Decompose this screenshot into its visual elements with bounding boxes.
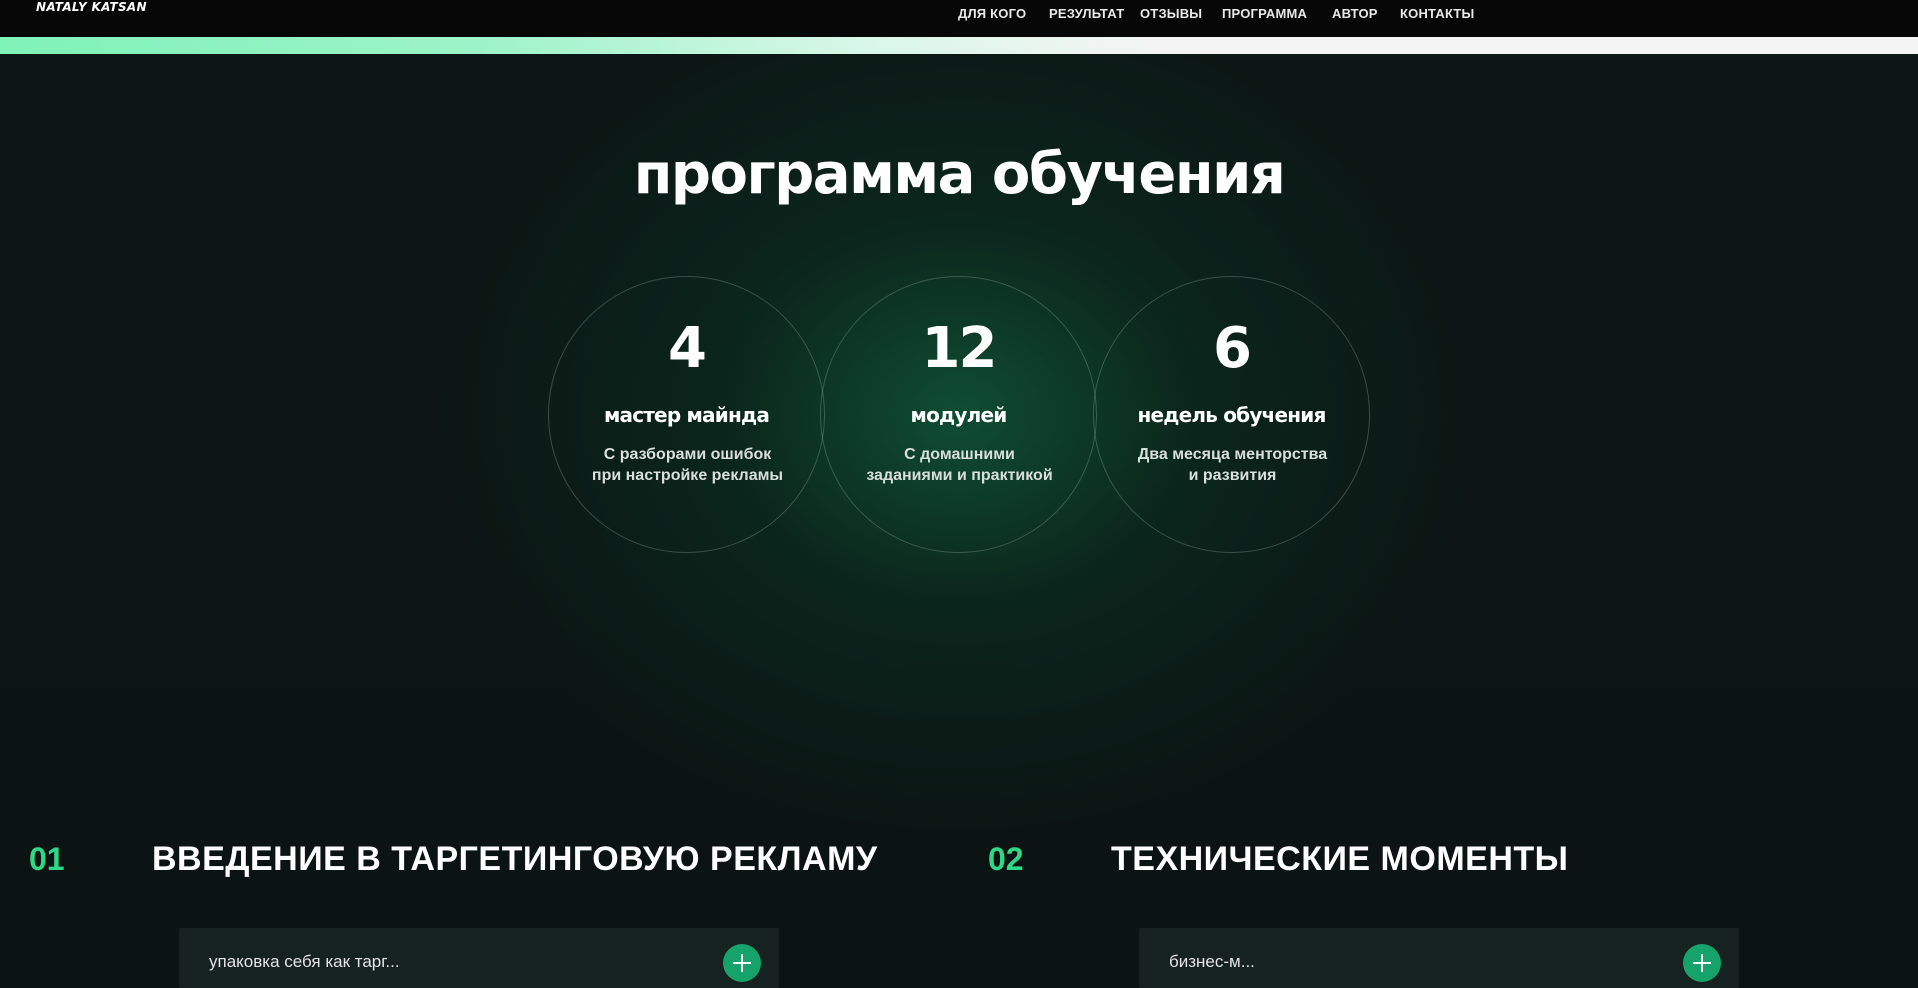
accordion-item-label: упаковка себя как тарг... (209, 952, 400, 971)
nav-item-result[interactable]: РЕЗУЛЬТАТ (1049, 6, 1124, 21)
expand-button[interactable] (723, 944, 761, 982)
stat-description: Два месяца менторства и развития (1114, 444, 1351, 486)
top-navigation-bar: NATALY KATSAN ДЛЯ КОГО РЕЗУЛЬТАТ ОТЗЫВЫ … (0, 0, 1918, 37)
stat-description-line: С домашними (904, 446, 1015, 463)
stat-circle-master-minds: 4 мастер майнда С разборами ошибок при н… (548, 276, 825, 553)
nav-item-author[interactable]: АВТОР (1332, 6, 1378, 21)
scroll-progress-fill (0, 37, 1918, 54)
module-title: ТЕХНИЧЕСКИЕ МОМЕНТЫ (1111, 840, 1569, 878)
stat-circle-modules: 12 модулей С домашними заданиями и практ… (820, 276, 1097, 553)
module-accordion-item[interactable]: упаковка себя как тарг... (179, 928, 779, 988)
site-logo[interactable]: NATALY KATSAN (36, 0, 147, 14)
section-title: программа обучения (633, 142, 1286, 207)
stat-description: С домашними заданиями и практикой (841, 444, 1078, 486)
nav-item-reviews[interactable]: ОТЗЫВЫ (1140, 6, 1202, 21)
stat-description-line: заданиями и практикой (866, 467, 1053, 484)
module-number: 02 (988, 841, 1024, 877)
plus-icon (723, 944, 761, 982)
stat-description-line: С разборами ошибок (603, 446, 772, 463)
module-number: 01 (29, 841, 65, 877)
expand-button[interactable] (1683, 944, 1721, 982)
stat-number: 4 (668, 316, 707, 381)
scroll-progress-bar (0, 37, 1918, 54)
stat-title: модулей (910, 403, 1008, 427)
module-accordion-item[interactable]: бизнес-м... (1139, 928, 1739, 988)
stat-circle-weeks: 6 недель обучения Два месяца менторства … (1093, 276, 1370, 553)
stat-title: недель обучения (1137, 403, 1326, 427)
stat-number: 6 (1213, 316, 1252, 381)
plus-icon (1683, 944, 1721, 982)
stat-description-line: и развития (1188, 467, 1277, 484)
nav-item-for-whom[interactable]: ДЛЯ КОГО (958, 6, 1026, 21)
nav-item-program[interactable]: ПРОГРАММА (1222, 6, 1307, 21)
stat-title: мастер майнда (603, 403, 770, 427)
stat-description: С разборами ошибок при настройке рекламы (569, 444, 806, 486)
nav-item-contacts[interactable]: КОНТАКТЫ (1400, 6, 1474, 21)
stat-number: 12 (921, 316, 998, 381)
module-title: ВВЕДЕНИЕ В ТАРГЕТИНГОВУЮ РЕКЛАМУ (152, 840, 878, 878)
accordion-item-label: бизнес-м... (1169, 952, 1255, 971)
stat-description-line: при настройке рекламы (591, 467, 784, 484)
stat-description-line: Два месяца менторства (1137, 446, 1328, 463)
